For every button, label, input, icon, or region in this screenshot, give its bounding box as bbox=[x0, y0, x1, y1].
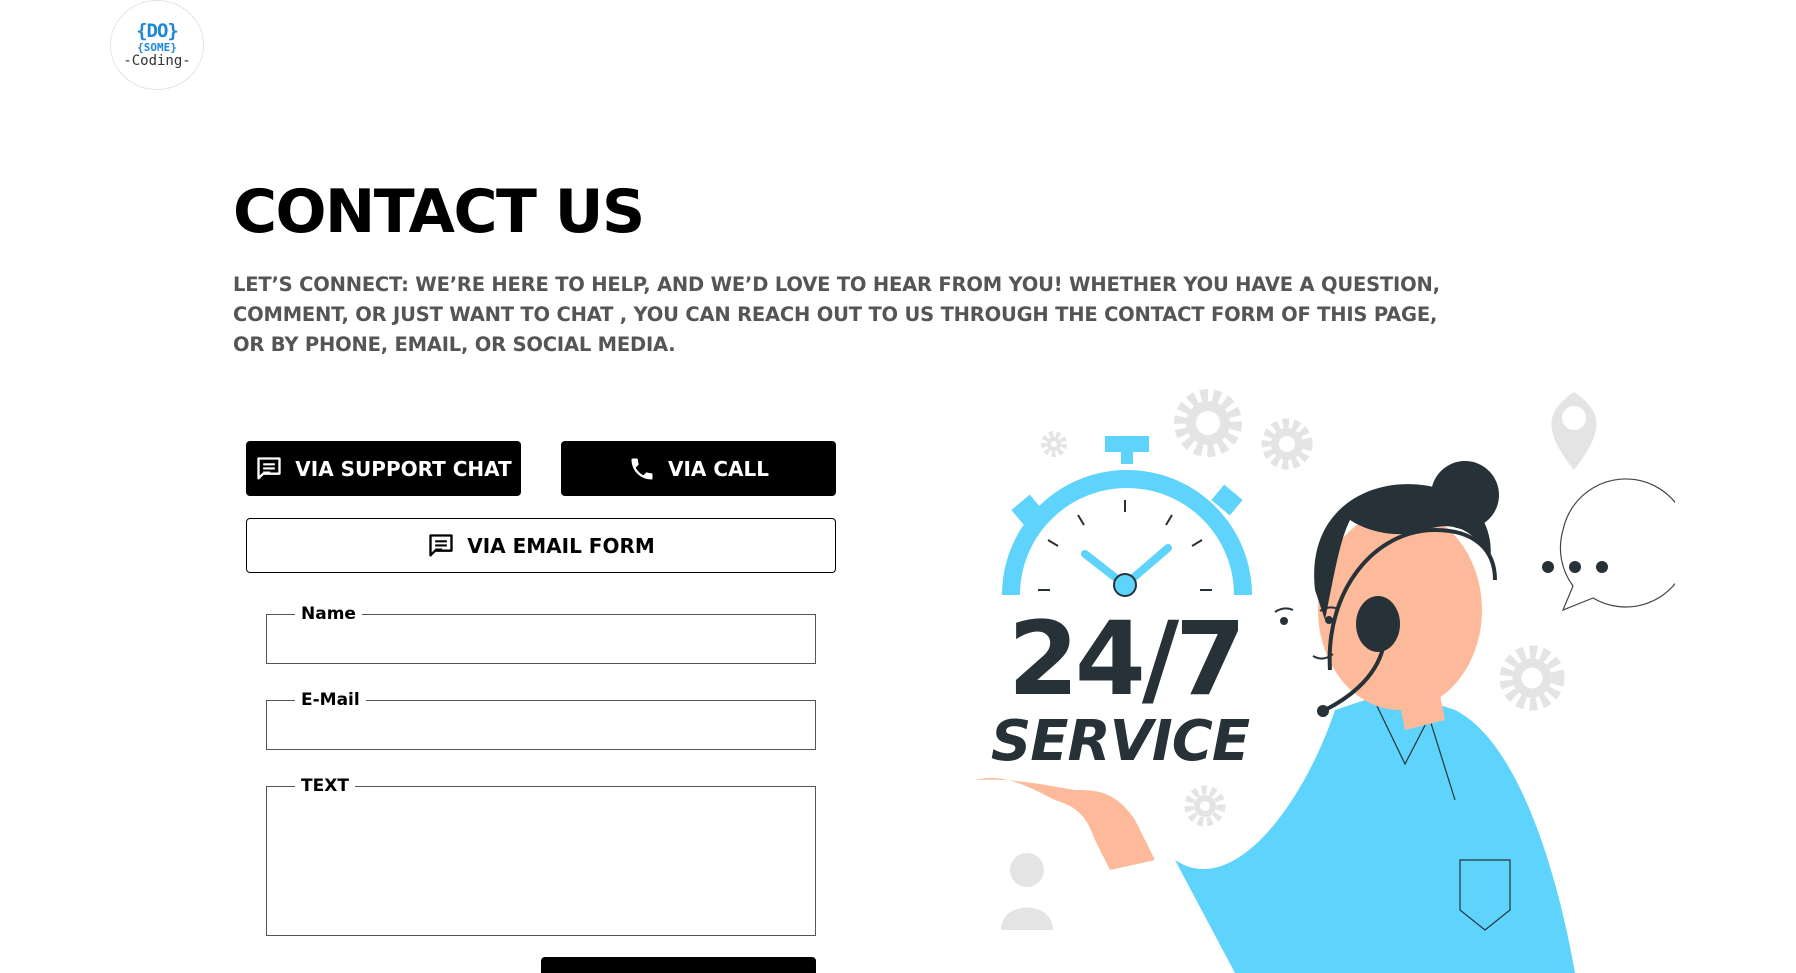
phone-icon bbox=[631, 458, 653, 479]
gear-icon bbox=[1499, 645, 1565, 711]
submit-button[interactable] bbox=[541, 957, 816, 973]
page-title: CONTACT US bbox=[233, 177, 645, 247]
email-form-label: VIA EMAIL FORM bbox=[467, 533, 655, 558]
user-icon bbox=[1001, 853, 1053, 930]
intro-text: LET’S CONNECT: WE’RE HERE TO HELP, AND W… bbox=[233, 273, 1440, 356]
call-button[interactable]: VIA CALL bbox=[561, 441, 836, 496]
gear-icon bbox=[1174, 389, 1242, 457]
logo-line-1: {DO} bbox=[136, 20, 179, 42]
logo[interactable]: {DO} {SOME} -Coding- bbox=[110, 0, 204, 90]
logo-line-2: {SOME} bbox=[137, 41, 177, 54]
email-form-button[interactable]: VIA EMAIL FORM bbox=[246, 518, 836, 573]
gear-icon bbox=[1184, 785, 1226, 827]
message-icon bbox=[429, 533, 453, 556]
message-label: TEXT bbox=[295, 775, 355, 797]
headline-service: SERVICE bbox=[991, 709, 1250, 774]
email-label: E-Mail bbox=[295, 689, 366, 711]
logo-line-3: -Coding- bbox=[123, 53, 191, 69]
headline-247: 24/7 bbox=[1008, 600, 1242, 719]
name-field: Name bbox=[266, 603, 816, 664]
message-field: TEXT bbox=[266, 775, 816, 936]
service-illustration: 24/7 SERVICE bbox=[975, 389, 1675, 973]
stopwatch-icon bbox=[1002, 436, 1252, 597]
location-pin-icon bbox=[1551, 392, 1597, 470]
chat-bubble-icon bbox=[1542, 478, 1675, 612]
gear-icon bbox=[1041, 431, 1067, 457]
message-textarea[interactable] bbox=[267, 787, 815, 935]
call-label: VIA CALL bbox=[667, 456, 769, 481]
support-chat-button[interactable]: VIA SUPPORT CHAT bbox=[246, 441, 521, 496]
chat-icon bbox=[257, 456, 281, 479]
email-field: E-Mail bbox=[266, 689, 816, 750]
name-label: Name bbox=[295, 603, 362, 625]
support-chat-label: VIA SUPPORT CHAT bbox=[295, 456, 512, 481]
gear-icon bbox=[1261, 418, 1313, 470]
